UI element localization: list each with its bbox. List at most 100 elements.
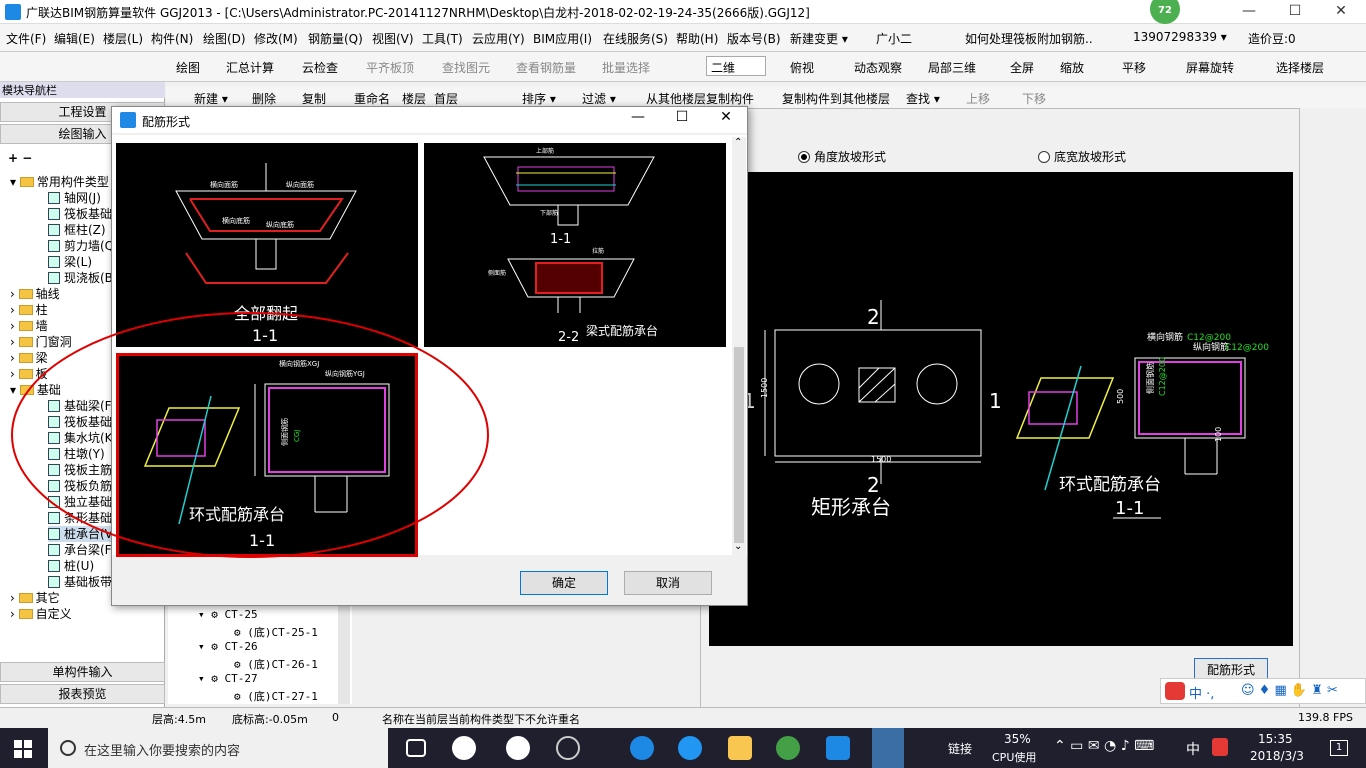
list-item[interactable]: ▾ ⚙ CT-25 [198,608,258,621]
view-rebar-button[interactable]: 查看钢筋量 [516,59,576,76]
dialog-close-button[interactable]: ✕ [708,109,744,125]
tree-custom[interactable]: › 自定义 [10,606,72,622]
help-link[interactable]: 如何处理筏板附加钢筋.. [965,30,1093,47]
menu-modify[interactable]: 修改(M) [254,30,298,47]
tree-foundation-strip[interactable]: 基础板带 [48,574,112,590]
summary-calc-button[interactable]: 汇总计算 [226,59,274,76]
fan-app-icon[interactable] [452,736,476,760]
scroll-thumb[interactable] [734,347,744,543]
menu-file[interactable]: 文件(F) [6,30,46,47]
glodon-icon[interactable] [826,736,850,760]
move-up-button[interactable]: 上移 [966,90,990,107]
copy-to-floor-button[interactable]: 复制构件到其他楼层 [782,90,890,107]
batch-select-button[interactable]: 批量选择 [602,59,650,76]
move-down-button[interactable]: 下移 [1022,90,1046,107]
menu-bim[interactable]: BIM应用(I) [533,30,592,47]
new-button[interactable]: 新建 ▾ [194,90,228,107]
edge-blue-icon[interactable] [630,736,654,760]
list-item[interactable]: ⚙ (底)CT-26-1 [234,656,318,672]
menu-online[interactable]: 在线服务(S) [603,30,668,47]
select-floor-button[interactable]: 选择楼层 [1276,59,1324,76]
notification-badge[interactable]: 72 [1150,0,1180,24]
delete-button[interactable]: 删除 [252,90,276,107]
ime-toolbar[interactable]: 中 ·, ☺ ♦ ▦ ✋ ♜ ✂ [1160,678,1366,704]
dialog-scrollbar[interactable]: ⌃ ⌄ [732,137,746,557]
tree-shear-wall[interactable]: 剪力墙(Q) [48,238,119,254]
menu-cloud[interactable]: 云应用(Y) [472,30,525,47]
browser-icon[interactable] [556,736,580,760]
copy-from-floor-button[interactable]: 从其他楼层复制构件 [646,90,754,107]
scroll-up-icon[interactable]: ⌃ [734,137,742,148]
ime-indicator[interactable]: 中 [1186,739,1200,759]
scroll-down-icon[interactable]: ⌄ [734,541,742,552]
dialog-maximize-button[interactable]: ☐ [664,109,700,125]
tree-raft-foundation[interactable]: 筏板基础 [48,206,112,222]
close-button[interactable]: ✕ [1318,0,1364,24]
tree-other[interactable]: › 其它 [10,590,60,606]
list-item[interactable]: ▾ ⚙ CT-26 [198,640,258,653]
sogou-tray-icon[interactable] [1212,738,1228,756]
orbit-button[interactable]: 动态观察 [854,59,902,76]
screen-rotate-button[interactable]: 屏幕旋转 [1186,59,1234,76]
align-slab-top-button[interactable]: 平齐板顶 [366,59,414,76]
ime-mode-label[interactable]: 中 ·, [1189,683,1214,702]
bottom-width-slope-radio[interactable]: 底宽放坡形式 [1038,148,1126,165]
taskbar-search[interactable]: 在这里输入你要搜索的内容 [48,728,388,768]
sort-button[interactable]: 排序 ▾ [522,90,556,107]
green-app-icon[interactable] [776,736,800,760]
ok-button[interactable]: 确定 [520,571,608,595]
tree-common-types[interactable]: ▾ 常用构件类型 [10,174,109,190]
top-view-button[interactable]: 俯视 [790,59,814,76]
ime-tools-icon[interactable]: ☺ ♦ ▦ ✋ ♜ ✂ [1241,683,1338,698]
ggj-app-icon[interactable] [872,728,904,768]
menu-new-change[interactable]: 新建变更 ▾ [790,30,848,47]
draw-button[interactable]: 绘图 [176,59,200,76]
sogou-icon[interactable] [1165,682,1185,700]
floor-select[interactable]: 首层 [434,90,490,107]
user-account[interactable]: 13907298339 ▾ [1133,30,1227,44]
windows-start-icon[interactable] [14,740,32,758]
copy-button[interactable]: 复制 [302,90,326,107]
local-3d-button[interactable]: 局部三维 [928,59,976,76]
dialog-minimize-button[interactable]: — [620,109,656,125]
find-element-button[interactable]: 查找图元 [442,59,490,76]
angle-slope-radio[interactable]: 角度放坡形式 [798,148,886,165]
filter-button[interactable]: 过滤 ▾ [582,90,616,107]
list-item[interactable]: ⚙ (底)CT-25-1 [234,624,318,640]
zoom-button[interactable]: 缩放 [1060,59,1084,76]
tray-link[interactable]: 链接 [948,740,972,757]
expand-collapse-icon[interactable]: + − [8,150,32,166]
cloud-check-button[interactable]: 云检查 [302,59,338,76]
menu-help[interactable]: 帮助(H) [676,30,718,47]
pan-button[interactable]: 平移 [1122,59,1146,76]
rename-button[interactable]: 重命名 [354,90,390,107]
fullscreen-button[interactable]: 全屏 [1010,59,1034,76]
menu-guangxiaoer[interactable]: 广小二 [876,30,912,47]
list-item[interactable]: ▾ ⚙ CT-27 [198,672,258,685]
ie-icon[interactable] [678,736,702,760]
notification-center-icon[interactable]: 1 [1330,740,1348,756]
edge-icon[interactable] [506,736,530,760]
minimize-button[interactable]: — [1226,0,1272,24]
menu-view[interactable]: 视图(V) [372,30,414,47]
menu-tools[interactable]: 工具(T) [422,30,463,47]
menu-edit[interactable]: 编辑(E) [54,30,95,47]
list-item[interactable]: ⚙ (底)CT-27-1 [234,688,318,704]
single-component-input-button[interactable]: 单构件输入 [0,662,165,682]
menu-draw[interactable]: 绘图(D) [203,30,246,47]
tree-axis-grid[interactable]: 轴网(J) [48,190,101,206]
tree-frame-column[interactable]: 框柱(Z) [48,222,106,238]
menu-component[interactable]: 构件(N) [151,30,193,47]
tree-axis-line[interactable]: › 轴线 [10,286,60,302]
report-preview-button[interactable]: 报表预览 [0,684,165,704]
tree-beam[interactable]: 梁(L) [48,254,92,270]
view-mode-select[interactable]: 二维 [706,56,766,76]
menu-version[interactable]: 版本号(B) [727,30,781,47]
tray-icons[interactable]: ⌃ ▭ ✉ ◔ ♪ ⌨ [1054,738,1154,754]
file-explorer-icon[interactable] [728,736,752,760]
list-scrollbar[interactable] [338,604,350,704]
tree-cast-slab[interactable]: 现浇板(B) [48,270,118,286]
maximize-button[interactable]: ☐ [1272,0,1318,24]
menu-floor[interactable]: 楼层(L) [103,30,143,47]
find-button[interactable]: 查找 ▾ [906,90,940,107]
